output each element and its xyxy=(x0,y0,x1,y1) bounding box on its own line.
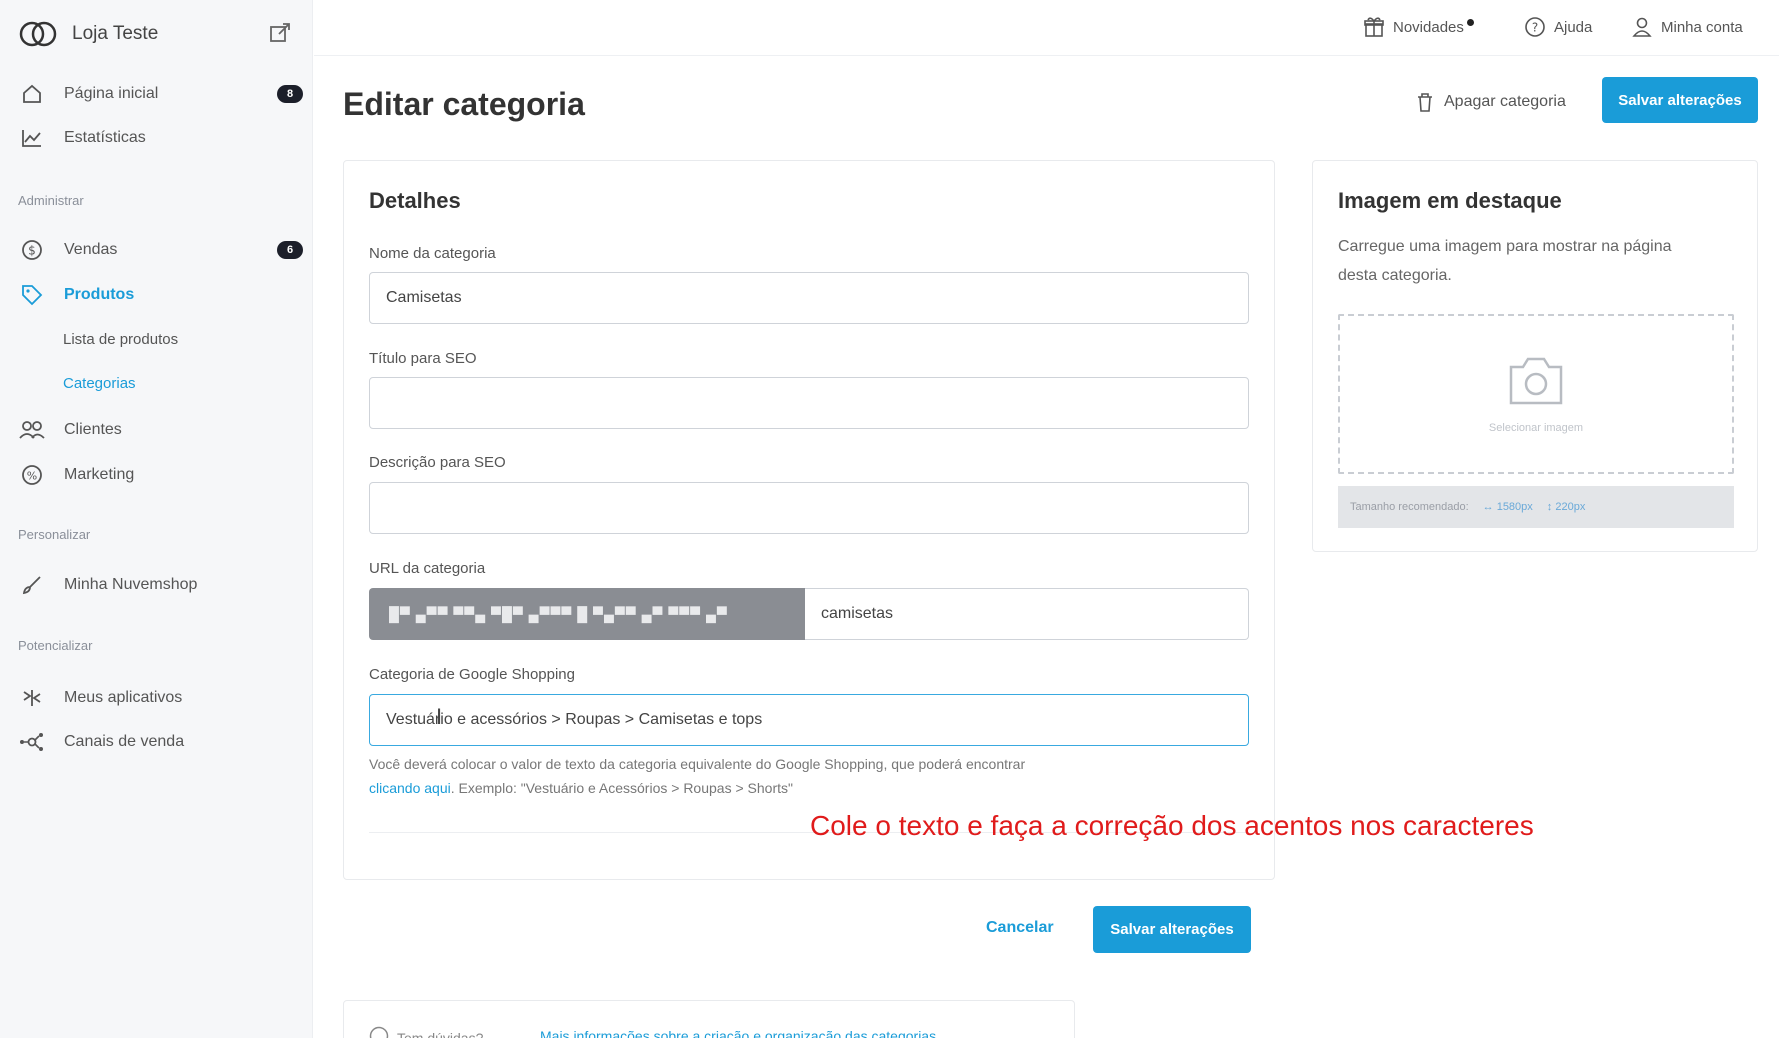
external-link-icon[interactable] xyxy=(269,22,293,46)
category-name-input[interactable]: Camisetas xyxy=(369,272,1249,324)
badge: 6 xyxy=(277,241,303,259)
help-label: Ajuda xyxy=(1554,18,1593,36)
google-shopping-value: Vestuário e acessórios > Roupas > Camise… xyxy=(386,711,763,728)
url-prefix-blurred: █▀ ▄▀▀ ▀▀▄ ▀█▀ ▄▀▀▀ █ ▀▄▀▀ ▄▀ ▀▀▀ ▄▀ xyxy=(369,588,805,640)
dollar-icon: $ xyxy=(18,236,46,264)
select-image-label: Selecionar imagem xyxy=(1488,421,1584,434)
tag-icon xyxy=(18,281,46,309)
store-name: Loja Teste xyxy=(72,23,159,44)
sidebar-item-label: Minha Nuvemshop xyxy=(64,576,198,593)
user-icon xyxy=(1629,14,1655,40)
cancel-button[interactable]: Cancelar xyxy=(986,919,1054,937)
text-cursor-icon: I xyxy=(436,704,443,729)
users-icon xyxy=(18,416,46,444)
sidebar-item-label: Estatísticas xyxy=(64,129,146,146)
sidebar-item-label: Meus aplicativos xyxy=(64,689,183,706)
recommended-height: ↕ 220px xyxy=(1546,501,1586,513)
help-link[interactable]: clicando aqui xyxy=(369,780,451,796)
featured-image-title: Imagem em destaque xyxy=(1338,188,1562,213)
sidebar-item-label: Canais de venda xyxy=(64,733,185,750)
seo-title-label: Título para SEO xyxy=(369,350,477,367)
sidebar-subitem-categories[interactable]: Categorias xyxy=(63,369,136,397)
section-administrar: Administrar xyxy=(18,193,84,208)
sidebar-item-apps[interactable]: Meus aplicativos xyxy=(18,681,303,715)
section-potencializar: Potencializar xyxy=(18,638,93,653)
save-button-top[interactable]: Salvar alterações xyxy=(1602,77,1758,123)
nuvemshop-logo-icon xyxy=(18,19,60,49)
delete-label: Apagar categoria xyxy=(1444,93,1566,110)
footer-info-link[interactable]: Mais informações sobre a criação e organ… xyxy=(540,1028,936,1038)
category-name-value: Camisetas xyxy=(386,289,462,306)
brand[interactable]: Loja Teste xyxy=(18,14,303,54)
page-title: Editar categoria xyxy=(343,86,585,122)
save-button-bottom[interactable]: Salvar alterações xyxy=(1093,906,1251,953)
trash-icon xyxy=(1414,91,1436,113)
recommended-width: ↔ 1580px xyxy=(1482,501,1533,513)
recommended-label: Tamanho recomendado: xyxy=(1350,501,1469,513)
footer-help: Tem dúvidas? xyxy=(369,1026,483,1038)
sidebar-item-marketing[interactable]: % Marketing xyxy=(18,458,303,492)
news-link[interactable]: Novidades xyxy=(1361,12,1474,42)
sidebar-item-customers[interactable]: Clientes xyxy=(18,413,303,447)
sidebar-item-sales[interactable]: $ Vendas 6 xyxy=(18,233,303,267)
network-icon xyxy=(18,728,46,756)
seo-title-input[interactable] xyxy=(369,377,1249,429)
category-url-label: URL da categoria xyxy=(369,560,486,577)
question-icon xyxy=(369,1026,389,1038)
svg-text:$: $ xyxy=(28,244,36,258)
sidebar-item-products[interactable]: Produtos xyxy=(18,278,303,312)
sidebar-item-channels[interactable]: Canais de venda xyxy=(18,725,303,759)
sidebar: Loja Teste Página inicial 8 Estatísticas… xyxy=(0,0,313,1038)
seo-description-label: Descrição para SEO xyxy=(369,454,506,471)
account-label: Minha conta xyxy=(1661,18,1743,36)
category-url-input[interactable]: camisetas xyxy=(805,588,1249,640)
sidebar-item-label: Vendas xyxy=(64,241,118,258)
topbar: Novidades ? Ajuda Minha conta xyxy=(314,0,1779,56)
chart-icon xyxy=(18,124,46,152)
sidebar-item-label: Página inicial xyxy=(64,85,159,102)
image-dropzone[interactable]: Selecionar imagem xyxy=(1338,314,1734,474)
gift-icon xyxy=(1361,14,1387,40)
sidebar-item-stats[interactable]: Estatísticas xyxy=(18,121,303,155)
help-example: . Exemplo: "Vestuário e Acessórios > Rou… xyxy=(450,780,793,796)
sidebar-item-label: Marketing xyxy=(64,466,135,483)
svg-text:%: % xyxy=(27,470,37,483)
sidebar-item-home[interactable]: Página inicial 8 xyxy=(18,77,303,111)
section-personalizar: Personalizar xyxy=(18,527,91,542)
sidebar-item-label: Clientes xyxy=(64,421,122,438)
help-text: Você deverá colocar o valor de texto da … xyxy=(369,756,1026,772)
apps-icon xyxy=(18,684,46,712)
google-shopping-label: Categoria de Google Shopping xyxy=(369,666,575,683)
notification-dot xyxy=(1466,18,1474,26)
seo-description-input[interactable] xyxy=(369,482,1249,534)
camera-icon xyxy=(1505,355,1567,412)
news-text: Novidades xyxy=(1393,18,1464,36)
badge: 8 xyxy=(277,85,303,103)
help-link[interactable]: ? Ajuda xyxy=(1522,12,1592,42)
sidebar-item-label: Produtos xyxy=(64,286,135,303)
question-icon: ? xyxy=(1522,14,1548,40)
featured-image-description: Carregue uma imagem para mostrar na pági… xyxy=(1338,238,1672,284)
url-slug-value: camisetas xyxy=(821,605,894,622)
tutorial-annotation: Cole o texto e faça a correção dos acent… xyxy=(810,810,1534,841)
delete-category-button[interactable]: Apagar categoria xyxy=(1414,88,1566,116)
brush-icon xyxy=(18,571,46,599)
recommended-size-bar: Tamanho recomendado: ↔ 1580px ↕ 220px xyxy=(1338,486,1734,528)
account-link[interactable]: Minha conta xyxy=(1629,12,1743,42)
home-icon xyxy=(18,80,46,108)
percent-icon: % xyxy=(18,461,46,489)
sidebar-item-my-store[interactable]: Minha Nuvemshop xyxy=(18,568,303,602)
svg-text:?: ? xyxy=(1532,21,1538,35)
google-shopping-input[interactable]: Vestuário e acessórios > Roupas > Camise… xyxy=(369,694,1249,746)
details-title: Detalhes xyxy=(369,188,461,213)
sidebar-subitem-product-list[interactable]: Lista de produtos xyxy=(63,325,178,353)
news-label: Novidades xyxy=(1393,18,1474,36)
footer-help-text: Tem dúvidas? xyxy=(397,1029,484,1038)
google-shopping-help: Você deverá colocar o valor de texto da … xyxy=(369,752,1249,800)
category-name-label: Nome da categoria xyxy=(369,245,496,262)
